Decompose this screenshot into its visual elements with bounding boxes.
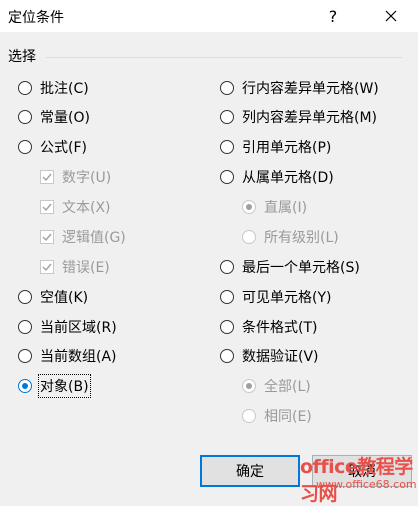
- dialog-title: 定位条件: [8, 10, 64, 26]
- option-label: 列内容差异单元格(M): [242, 110, 378, 126]
- check-icon: [42, 233, 52, 242]
- option-label: 所有级别(L): [264, 230, 339, 246]
- option-precedents[interactable]: 引用单元格(P): [220, 136, 331, 158]
- check-icon: [42, 173, 52, 182]
- option-label: 全部(L): [264, 379, 311, 395]
- check-icon: [42, 263, 52, 272]
- radio-button[interactable]: [18, 320, 32, 334]
- option-formulas[interactable]: 公式(F): [18, 136, 87, 158]
- radio-button[interactable]: [18, 290, 32, 304]
- radio-button[interactable]: [242, 200, 256, 214]
- radio-button[interactable]: [18, 379, 32, 393]
- option-visible-cells[interactable]: 可见单元格(Y): [220, 286, 331, 308]
- option-validation-same[interactable]: 相同(E): [242, 405, 312, 427]
- radio-button[interactable]: [18, 81, 32, 95]
- checkbox[interactable]: [40, 230, 54, 244]
- option-label: 当前区域(R): [40, 320, 117, 336]
- radio-button[interactable]: [220, 81, 234, 95]
- option-conditional-formats[interactable]: 条件格式(T): [220, 316, 317, 338]
- radio-button[interactable]: [242, 409, 256, 423]
- option-objects[interactable]: 对象(B): [18, 374, 91, 398]
- check-icon: [42, 203, 52, 212]
- radio-button[interactable]: [220, 140, 234, 154]
- option-all-levels[interactable]: 所有级别(L): [242, 226, 339, 248]
- radio-button[interactable]: [18, 349, 32, 363]
- option-errors[interactable]: 错误(E): [40, 256, 110, 278]
- option-row-differences[interactable]: 行内容差异单元格(W): [220, 77, 379, 99]
- group-label: 选择: [8, 49, 36, 65]
- option-current-region[interactable]: 当前区域(R): [18, 316, 117, 338]
- option-label: 数据验证(V): [242, 349, 319, 365]
- checkbox[interactable]: [40, 260, 54, 274]
- option-label: 逻辑值(G): [62, 230, 126, 246]
- option-blanks[interactable]: 空值(K): [18, 286, 88, 308]
- option-label: 批注(C): [40, 81, 89, 97]
- option-label: 可见单元格(Y): [242, 290, 332, 306]
- option-data-validation[interactable]: 数据验证(V): [220, 345, 319, 367]
- radio-button[interactable]: [220, 260, 234, 274]
- option-label: 最后一个单元格(S): [242, 260, 360, 276]
- option-label: 公式(F): [40, 140, 87, 156]
- option-label: 从属单元格(D): [242, 170, 334, 186]
- option-label: 直属(I): [264, 200, 308, 216]
- option-validation-all[interactable]: 全部(L): [242, 375, 311, 397]
- option-label: 行内容差异单元格(W): [242, 81, 379, 97]
- close-button[interactable]: [368, 0, 414, 32]
- option-current-array[interactable]: 当前数组(A): [18, 345, 117, 367]
- help-button[interactable]: ?: [310, 0, 356, 32]
- checkbox[interactable]: [40, 200, 54, 214]
- option-label: 常量(O): [40, 110, 90, 126]
- option-label: 空值(K): [40, 290, 89, 306]
- option-label: 条件格式(T): [242, 320, 318, 336]
- radio-button[interactable]: [220, 110, 234, 124]
- option-text[interactable]: 文本(X): [40, 196, 111, 218]
- radio-button[interactable]: [220, 349, 234, 363]
- option-label: 相同(E): [264, 409, 312, 425]
- radio-button[interactable]: [242, 379, 256, 393]
- title-bar: 定位条件 ?: [0, 0, 418, 32]
- radio-button[interactable]: [220, 320, 234, 334]
- option-constants[interactable]: 常量(O): [18, 106, 90, 128]
- close-icon: [385, 10, 397, 22]
- option-numbers[interactable]: 数字(U): [40, 166, 111, 188]
- option-last-cell[interactable]: 最后一个单元格(S): [220, 256, 360, 278]
- option-label: 错误(E): [62, 260, 110, 276]
- option-label: 引用单元格(P): [242, 140, 332, 156]
- option-logicals[interactable]: 逻辑值(G): [40, 226, 126, 248]
- radio-button[interactable]: [18, 140, 32, 154]
- radio-button[interactable]: [242, 230, 256, 244]
- watermark-url: www.office68.com: [316, 478, 417, 491]
- ok-button[interactable]: 确定: [200, 455, 300, 487]
- radio-button[interactable]: [18, 110, 32, 124]
- checkbox[interactable]: [40, 170, 54, 184]
- group-divider: [46, 57, 402, 58]
- option-label: 当前数组(A): [40, 349, 117, 365]
- option-label: 文本(X): [62, 200, 111, 216]
- ok-button-label: 确定: [236, 464, 264, 480]
- option-column-differences[interactable]: 列内容差异单元格(M): [220, 106, 377, 128]
- option-label: 对象(B): [38, 374, 91, 398]
- option-comments[interactable]: 批注(C): [18, 77, 89, 99]
- option-direct-only[interactable]: 直属(I): [242, 196, 307, 218]
- radio-button[interactable]: [220, 290, 234, 304]
- option-label: 数字(U): [62, 170, 112, 186]
- help-icon: ?: [328, 6, 338, 26]
- option-dependents[interactable]: 从属单元格(D): [220, 166, 334, 188]
- radio-button[interactable]: [220, 170, 234, 184]
